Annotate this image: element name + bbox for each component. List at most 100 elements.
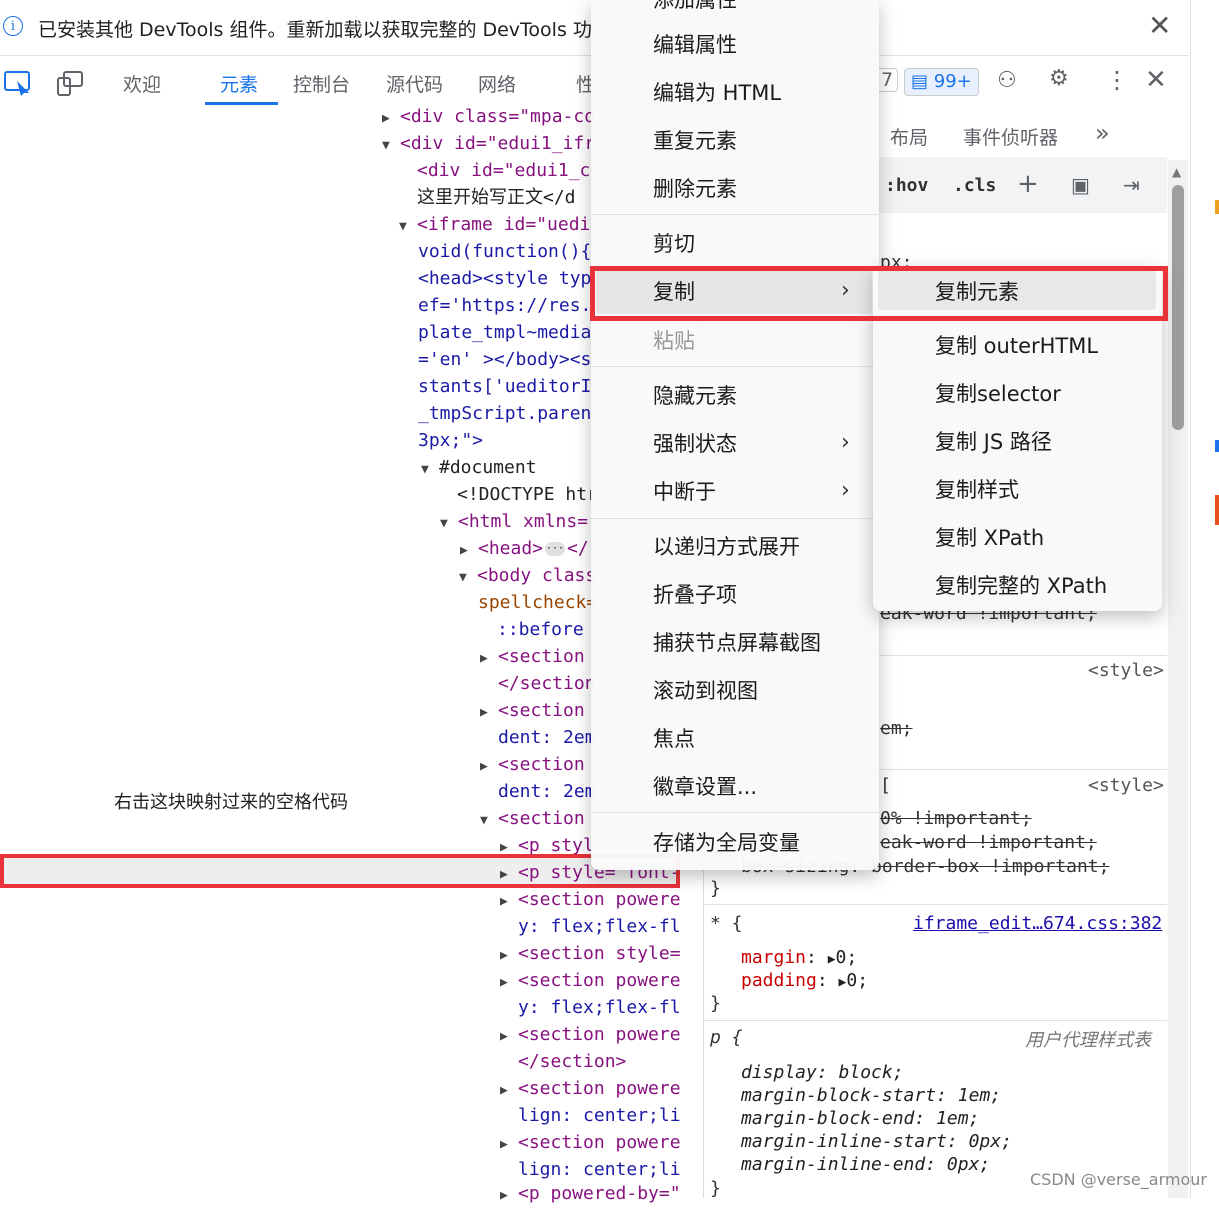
dom-node[interactable]: ▶ <section [480, 697, 585, 726]
close-icon[interactable]: ✕ [1148, 12, 1171, 40]
submenu-item-copy-outerhtml[interactable]: 复制 outerHTML [935, 330, 1098, 360]
dom-node[interactable]: ▶ <p powered-by=" [500, 1180, 681, 1209]
dom-node[interactable]: ▶ <section powere [500, 1021, 681, 1050]
css-declaration[interactable]: margin: ▶0; [741, 947, 857, 968]
menu-item-break-on[interactable]: 中断于 [653, 476, 716, 506]
expand-triangle-icon[interactable]: ▶ [480, 753, 498, 780]
scroll-up-icon[interactable]: ▲ [1172, 165, 1181, 179]
universal-selector[interactable]: * { [710, 913, 743, 934]
collapse-triangle-icon[interactable]: ▼ [421, 456, 439, 483]
toggle-sidebar-icon[interactable]: ⇥ [1123, 173, 1140, 197]
ellipsis-icon[interactable]: ··· [545, 542, 566, 556]
dom-node[interactable]: ▶ <section style= [500, 940, 681, 969]
dom-attr-continuation[interactable]: ef='https://res. [418, 292, 591, 319]
dom-attr-continuation[interactable]: stants['ueditorI [418, 373, 591, 400]
dom-node[interactable]: ▶ <section [480, 643, 585, 672]
dom-attr-continuation[interactable]: spellcheck= [478, 589, 597, 616]
expand-triangle-icon[interactable]: ▶ [382, 105, 400, 132]
dom-pseudo[interactable]: ::before [497, 616, 584, 643]
dom-node[interactable]: <div id="edui1_c [417, 157, 590, 184]
dom-attr-continuation[interactable]: y: flex;flex-fl [518, 913, 681, 940]
inspect-element-icon[interactable] [4, 70, 32, 96]
cls-toggle[interactable]: .cls [953, 175, 996, 196]
dom-node[interactable]: ▶ <section powere [500, 1129, 681, 1158]
tab-sources[interactable]: 源代码 [386, 70, 443, 97]
submenu-item-copy-full-xpath[interactable]: 复制完整的 XPath [935, 570, 1107, 600]
menu-item-capture-node-screenshot[interactable]: 捕获节点屏幕截图 [653, 627, 821, 657]
dom-close-tag[interactable]: </section> [518, 1048, 626, 1075]
scrollbar-thumb[interactable] [1172, 185, 1184, 430]
dom-node[interactable]: ▶ <section powere [500, 967, 681, 996]
css-declaration[interactable]: padding: ▶0; [741, 970, 868, 991]
expand-triangle-icon[interactable]: ▶ [500, 942, 518, 969]
menu-item-hide-element[interactable]: 隐藏元素 [653, 380, 737, 410]
hov-toggle[interactable]: :hov [885, 175, 928, 196]
dom-node[interactable]: ▼ <section [480, 805, 585, 834]
expand-triangle-icon[interactable]: ▶ [500, 1131, 518, 1158]
dom-attr-continuation[interactable]: void(function(){ [418, 238, 591, 265]
expand-triangle-icon[interactable]: ▶ [500, 969, 518, 996]
gear-icon[interactable]: ⚙ [1049, 66, 1069, 91]
tab-network[interactable]: 网络 [478, 70, 516, 97]
dom-node[interactable]: ▼ <body class [459, 562, 596, 591]
dom-attr-continuation[interactable]: 3px;"> [418, 427, 483, 454]
menu-item-focus[interactable]: 焦点 [653, 723, 695, 753]
dom-node[interactable]: ▼ <iframe id="uedi [399, 211, 590, 240]
dom-attr-continuation[interactable]: plate_tmpl~media [418, 319, 591, 346]
paint-brush-icon[interactable]: ▣ [1071, 173, 1090, 197]
tab-event-listeners[interactable]: 事件侦听器 [963, 123, 1058, 150]
submenu-item-copy-selector[interactable]: 复制selector [935, 378, 1061, 408]
dom-doctype[interactable]: <!DOCTYPE htr [457, 481, 598, 508]
expand-triangle-icon[interactable]: ▶ [480, 699, 498, 726]
dom-attr-continuation[interactable]: <head><style typ [418, 265, 591, 292]
menu-item-collapse-children[interactable]: 折叠子项 [653, 579, 737, 609]
close-devtools-icon[interactable]: ✕ [1145, 65, 1167, 95]
dom-attr-continuation[interactable]: y: flex;flex-fl [518, 994, 681, 1021]
dom-close-tag[interactable]: </section [498, 670, 596, 697]
expand-triangle-icon[interactable]: ▶ [480, 645, 498, 672]
expand-triangle-icon[interactable]: ▶ [500, 1077, 518, 1104]
collapse-triangle-icon[interactable]: ▼ [399, 213, 417, 240]
collapse-triangle-icon[interactable]: ▼ [382, 132, 400, 159]
dom-node[interactable]: ▶ <div class="mpa-co [382, 103, 595, 132]
expand-triangle-icon[interactable]: ▶ [500, 888, 518, 915]
menu-item-edit-as-html[interactable]: 编辑为 HTML [653, 77, 781, 107]
menu-item-badge-settings[interactable]: 徽章设置... [653, 771, 757, 801]
menu-item-expand-recursively[interactable]: 以递归方式展开 [653, 531, 800, 561]
style-source-link[interactable]: <style> [1088, 660, 1164, 681]
more-options-icon[interactable]: ⋮ [1105, 66, 1129, 94]
expand-triangle-icon[interactable]: ▶ [460, 537, 478, 564]
device-toolbar-icon[interactable] [56, 70, 84, 96]
collapse-triangle-icon[interactable]: ▼ [480, 807, 498, 834]
add-rule-icon[interactable]: + [1017, 169, 1039, 199]
collapse-triangle-icon[interactable]: ▼ [459, 564, 477, 591]
dom-text[interactable]: 这里开始写正文</d [417, 184, 576, 211]
dom-node[interactable]: ▶ <section powere [500, 1075, 681, 1104]
dom-attr-continuation[interactable]: dent: 2em [498, 724, 596, 751]
dom-document[interactable]: ▼ #document [421, 454, 537, 483]
dom-attr-continuation[interactable]: ='en' ></body><s [418, 346, 591, 373]
dom-node[interactable]: ▼ <html xmlns= [440, 508, 588, 537]
tab-layout[interactable]: 布局 [890, 123, 928, 150]
dom-node[interactable]: ▶ <section [480, 751, 585, 780]
menu-item-cut[interactable]: 剪切 [653, 228, 695, 258]
menu-item-force-state[interactable]: 强制状态 [653, 428, 737, 458]
menu-item-store-as-global-variable[interactable]: 存储为全局变量 [653, 827, 800, 857]
chevron-more-tabs-icon[interactable]: » [1095, 119, 1110, 147]
expand-triangle-icon[interactable]: ▶ [500, 1182, 518, 1209]
messages-badge[interactable]: ▤ 99+ [904, 68, 979, 96]
tab-welcome[interactable]: 欢迎 [123, 70, 161, 97]
dom-node[interactable]: ▼ <div id="edui1_ifr [382, 130, 595, 159]
css-source-link[interactable]: iframe_edit…674.css:382 [913, 913, 1162, 934]
menu-item-duplicate-element[interactable]: 重复元素 [653, 125, 737, 155]
p-selector[interactable]: p { [710, 1027, 743, 1048]
dom-node[interactable]: ▶ <head> ··· </ [460, 535, 589, 564]
dom-attr-continuation[interactable]: dent: 2em [498, 778, 596, 805]
submenu-item-copy-js-path[interactable]: 复制 JS 路径 [935, 426, 1052, 456]
dom-attr-continuation[interactable]: lign: center;li [518, 1156, 681, 1183]
tab-elements[interactable]: 元素 [220, 70, 258, 97]
submenu-item-copy-styles[interactable]: 复制样式 [935, 474, 1019, 504]
menu-item-add-attribute[interactable]: 添加属性 [653, 0, 737, 14]
menu-item-scroll-into-view[interactable]: 滚动到视图 [653, 675, 758, 705]
feedback-icon[interactable]: ⚇ [997, 68, 1017, 93]
